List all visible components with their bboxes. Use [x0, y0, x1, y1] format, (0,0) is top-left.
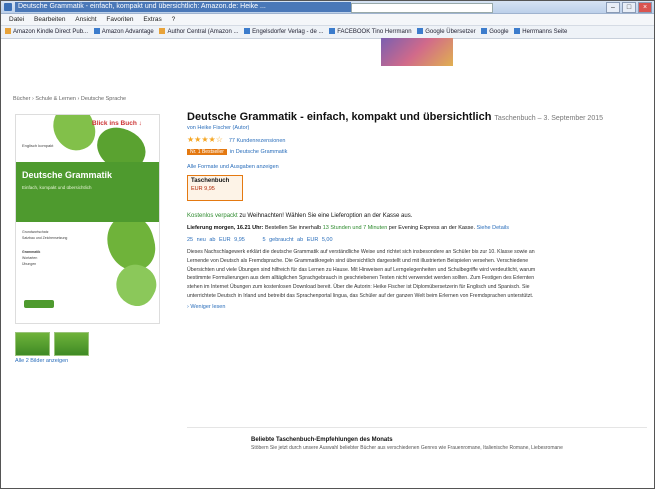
- author-link[interactable]: von Heike Fischer (Autor): [187, 125, 647, 131]
- promo-heading[interactable]: Beliebte Taschenbuch-Empfehlungen des Mo…: [251, 437, 651, 443]
- oak-leaf-decoration: [108, 257, 159, 313]
- cover-line: Grundwortschatz: [22, 230, 49, 234]
- bookmark-google[interactable]: Google: [481, 26, 509, 38]
- menu-help[interactable]: ?: [172, 16, 176, 23]
- product-details: Deutsche Grammatik - einfach, kompakt un…: [187, 111, 647, 310]
- bookmarks-bar: Amazon Kindle Direct Pub... Amazon Advan…: [1, 26, 654, 39]
- bookmark-facebook[interactable]: FACEBOOK Tino Herrmann: [329, 26, 412, 38]
- offers-row: 25 neu ab EUR 9,95 5 gebraucht ab EUR 5,…: [187, 237, 647, 243]
- look-inside-badge[interactable]: Blick ins Buch ↓: [92, 120, 142, 127]
- bookmark-icon: [93, 28, 100, 35]
- menu-extras[interactable]: Extras: [143, 16, 161, 23]
- header-banner-image[interactable]: [381, 38, 453, 66]
- menu-bearbeiten[interactable]: Bearbeiten: [34, 16, 65, 23]
- menu-datei[interactable]: Datei: [9, 16, 24, 23]
- menu-bar: Datei Bearbeiten Ansicht Favoriten Extra…: [1, 14, 654, 26]
- read-less-link[interactable]: › Weniger lesen: [187, 304, 647, 310]
- bestseller-rank: Nr. 1 Bestseller in Deutsche Grammatik: [187, 149, 647, 155]
- star-rating-icon[interactable]: ★★★★☆: [187, 135, 223, 144]
- section-divider: [187, 427, 647, 428]
- reviews-link[interactable]: 77 Kundenrezensionen: [229, 138, 286, 144]
- bookmark-icon: [329, 28, 336, 35]
- window-controls: – □ ×: [606, 2, 652, 13]
- delivery-suffix: per Evening Express an der Kasse.: [388, 225, 476, 231]
- promo-text: Stöbern Sie jetzt durch unsere Auswahl b…: [251, 445, 563, 451]
- bookmark-icon: [5, 28, 11, 35]
- cover-subtitle: Einfach, kompakt und übersichtlich: [22, 185, 92, 190]
- close-button[interactable]: ×: [638, 2, 652, 13]
- new-offers-link[interactable]: 25 neu ab EUR 9,95: [187, 237, 245, 243]
- bestseller-badge: Nr. 1 Bestseller: [187, 149, 227, 155]
- bookmark-icon: [514, 28, 521, 35]
- delivery-date: Lieferung morgen, 16.21 Uhr:: [187, 225, 264, 231]
- cover-line: Grammatik: [22, 250, 41, 254]
- bookmark-icon: [244, 28, 251, 35]
- product-description: Dieses Nachschlagewerk erklärt die deuts…: [187, 249, 536, 299]
- menu-favoriten[interactable]: Favoriten: [106, 16, 133, 23]
- title-search-box[interactable]: [351, 3, 493, 13]
- minimize-button[interactable]: –: [606, 2, 620, 13]
- used-offers-link[interactable]: 5 gebraucht ab EUR 5,00: [262, 237, 332, 243]
- format-price: EUR 9,95: [191, 186, 215, 192]
- bookmark-author-central[interactable]: Author Central (Amazon ...: [159, 26, 238, 38]
- cover-line: Satzbau und Zeichensetzung: [22, 236, 68, 240]
- bookmark-herrmanns-seite[interactable]: Herrmanns Seite: [514, 26, 567, 38]
- format-option-paperback[interactable]: Taschenbuch EUR 9,95: [187, 175, 243, 201]
- bookmark-icon: [417, 28, 424, 35]
- maximize-button[interactable]: □: [622, 2, 636, 13]
- cover-line: Übungen: [22, 262, 37, 266]
- cover-series: Englisch kompakt: [22, 143, 54, 148]
- promo-section: Beliebte Taschenbuch-Empfehlungen des Mo…: [251, 437, 651, 451]
- browser-icon: [4, 3, 12, 11]
- product-title-row: Deutsche Grammatik - einfach, kompakt un…: [187, 111, 647, 123]
- bookmark-kdp[interactable]: Amazon Kindle Direct Pub...: [5, 26, 88, 38]
- delivery-info: Lieferung morgen, 16.21 Uhr: Bestellen S…: [187, 225, 647, 231]
- publisher-logo: [24, 300, 54, 308]
- window-title: Deutsche Grammatik - einfach, kompakt un…: [15, 2, 351, 12]
- bookmark-google-translate[interactable]: Google Übersetzer: [417, 26, 476, 38]
- show-all-images-link[interactable]: Alle 2 Bilder anzeigen: [15, 358, 68, 364]
- thumbnail-front[interactable]: [15, 332, 50, 356]
- delivery-details-link[interactable]: Siehe Details: [477, 225, 509, 231]
- delivery-countdown: 13 Stunden und 7 Minuten: [322, 225, 388, 231]
- rank-category-link[interactable]: in Deutsche Grammatik: [230, 149, 287, 155]
- cover-line: Wortarten: [22, 256, 38, 260]
- breadcrumb[interactable]: Bücher › Schule & Lernen › Deutsche Spra…: [13, 96, 126, 102]
- format-name: Taschenbuch: [191, 178, 230, 184]
- bookmark-icon: [159, 28, 166, 35]
- cover-thumbnails: [15, 332, 89, 356]
- bookmark-icon: [481, 28, 488, 35]
- book-cover[interactable]: Blick ins Buch ↓ Englisch kompakt Deutsc…: [15, 114, 160, 324]
- delivery-mid: Bestellen Sie innerhalb: [264, 225, 322, 231]
- bookmark-advantage[interactable]: Amazon Advantage: [93, 26, 154, 38]
- gift-wrap-note: Kostenlos verpackt zu Weihnachten! Wähle…: [187, 213, 647, 219]
- title-bar: Deutsche Grammatik - einfach, kompakt un…: [1, 1, 654, 14]
- thumbnail-back[interactable]: [54, 332, 89, 356]
- all-formats-link[interactable]: Alle Formate und Ausgaben anzeigen: [187, 164, 647, 170]
- binding-date: Taschenbuch – 3. September 2015: [494, 115, 603, 122]
- browser-window: Deutsche Grammatik - einfach, kompakt un…: [0, 0, 655, 489]
- menu-ansicht[interactable]: Ansicht: [75, 16, 96, 23]
- cover-title: Deutsche Grammatik: [22, 170, 113, 180]
- gift-highlight: Kostenlos verpackt: [187, 213, 238, 219]
- rating-row: ★★★★☆ 77 Kundenrezensionen: [187, 135, 647, 144]
- bookmark-engelsdorfer[interactable]: Engelsdorfer Verlag - de ...: [244, 26, 324, 38]
- product-title: Deutsche Grammatik - einfach, kompakt un…: [187, 111, 492, 123]
- gift-text: zu Weihnachten! Wählen Sie eine Lieferop…: [239, 213, 413, 219]
